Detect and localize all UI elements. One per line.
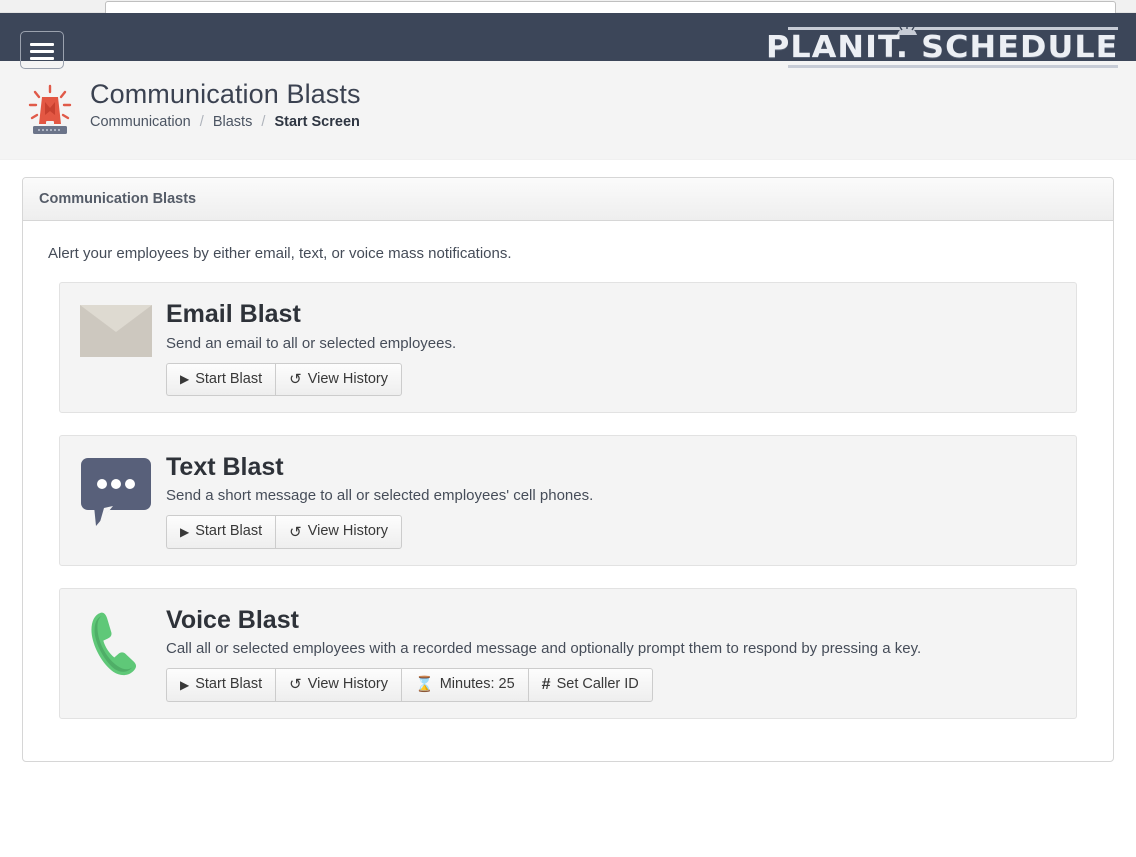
button-label: Set Caller ID (556, 676, 639, 693)
hamburger-icon[interactable] (20, 31, 64, 69)
siren-icon (28, 84, 72, 134)
hamburger-bar (30, 50, 54, 53)
panel-intro-text: Alert your employees by either email, te… (48, 245, 512, 262)
history-icon: ↺ (289, 676, 302, 694)
button-label: Start Blast (195, 676, 263, 693)
email-blast-button-group: ▶ Start Blast ↺ View History (166, 362, 403, 396)
text-blast-title: Text Blast (166, 452, 284, 481)
history-icon: ↺ (289, 523, 302, 541)
button-label: Start Blast (195, 523, 263, 540)
page-title: Communication Blasts (90, 79, 361, 109)
brand-name: PLANIT. SCHEDULE (765, 30, 1118, 65)
play-icon: ▶ (180, 677, 190, 692)
text-start-blast-button[interactable]: ▶ Start Blast (166, 515, 276, 549)
button-label: Minutes: 25 (439, 676, 515, 693)
play-icon: ▶ (180, 525, 190, 540)
email-start-blast-button[interactable]: ▶ Start Blast (166, 362, 276, 396)
main-content: Communication Blasts Alert your employee… (0, 160, 1136, 762)
email-blast-title: Email Blast (166, 300, 301, 328)
phone-icon (80, 607, 152, 677)
page-header: Communication Blasts Communication / Bla… (0, 61, 1136, 160)
hourglass-icon: ⌛ (415, 676, 434, 694)
play-icon: ▶ (180, 372, 190, 387)
main-navbar: PLANIT. SCHEDULE (0, 13, 1136, 69)
breadcrumb-separator: / (199, 114, 204, 131)
panel-body: Alert your employees by either email, te… (23, 221, 1113, 761)
breadcrumb: Communication / Blasts / Start Screen (90, 114, 361, 130)
hamburger-bar (30, 57, 54, 60)
history-icon: ↺ (289, 370, 302, 388)
voice-blast-card: Voice Blast Call all or selected employe… (59, 587, 1077, 719)
breadcrumb-separator: / (261, 114, 266, 131)
breadcrumb-item-start-screen: Start Screen (274, 114, 360, 131)
hamburger-bar (30, 43, 54, 46)
button-label: View History (307, 370, 389, 387)
brand-rule-bottom (787, 65, 1118, 68)
hash-icon: # (541, 675, 551, 693)
communication-blasts-panel: Communication Blasts Alert your employee… (22, 177, 1114, 762)
voice-minutes-button[interactable]: ⌛ Minutes: 25 (401, 668, 528, 702)
voice-start-blast-button[interactable]: ▶ Start Blast (166, 668, 276, 702)
button-label: View History (307, 523, 389, 540)
button-label: Start Blast (195, 370, 263, 387)
browser-top-strip (0, 0, 1136, 21)
text-blast-card: Text Blast Send a short message to all o… (59, 434, 1077, 566)
voice-set-caller-id-button[interactable]: # Set Caller ID (527, 668, 653, 702)
breadcrumb-item-blasts[interactable]: Blasts (213, 114, 253, 130)
panel-heading: Communication Blasts (23, 178, 1113, 221)
voice-blast-description: Call all or selected employees with a re… (166, 640, 922, 658)
email-blast-description: Send an email to all or selected employe… (166, 334, 457, 352)
voice-blast-title: Voice Blast (166, 605, 299, 634)
breadcrumb-item-communication[interactable]: Communication (90, 114, 191, 130)
voice-view-history-button[interactable]: ↺ View History (275, 668, 402, 702)
brand-logo[interactable]: PLANIT. SCHEDULE (766, 25, 1118, 68)
voice-blast-button-group: ▶ Start Blast ↺ View History ⌛ Minutes: … (166, 668, 653, 702)
email-blast-card: Email Blast Send an email to all or sele… (59, 282, 1077, 413)
speech-bubble-icon (80, 454, 152, 526)
button-label: View History (307, 676, 389, 693)
email-view-history-button[interactable]: ↺ View History (275, 362, 403, 396)
envelope-icon (80, 301, 152, 371)
text-blast-description: Send a short message to all or selected … (166, 487, 594, 505)
text-view-history-button[interactable]: ↺ View History (275, 515, 403, 549)
text-blast-button-group: ▶ Start Blast ↺ View History (166, 515, 403, 549)
